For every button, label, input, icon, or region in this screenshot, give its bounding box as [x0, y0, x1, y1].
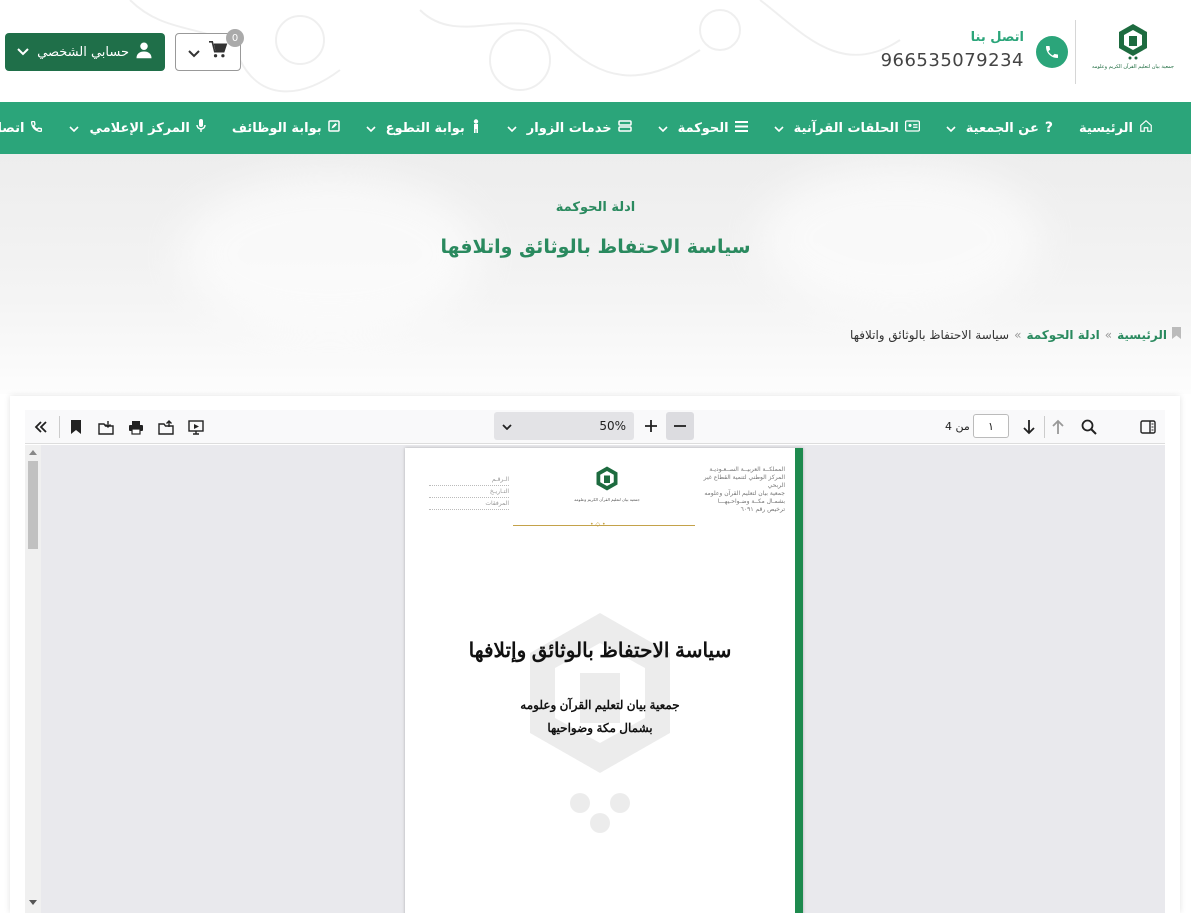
list-icon	[734, 120, 748, 136]
breadcrumb-home[interactable]: الرئيسية	[1117, 328, 1167, 342]
server-icon	[617, 120, 632, 136]
print-icon[interactable]	[126, 417, 146, 437]
document-subtitle: جمعية بيان لتعليم القرآن وعلومه	[520, 698, 680, 712]
chevron-down-icon	[502, 419, 512, 433]
letterhead-ornament: • ◇ •	[590, 521, 606, 528]
scrollbar-thumb[interactable]	[28, 461, 38, 549]
page-count-label: من 4	[945, 420, 970, 433]
id-card-icon	[904, 120, 920, 136]
nav-item-visitor-services[interactable]: خدمات الزوار	[507, 120, 632, 136]
main-nav: الرئيسية ? عن الجمعية الحلقات القرآنية ا…	[0, 102, 1191, 154]
site-header: جمعية بيان لتعليم القرآن الكريم وعلومه ا…	[0, 0, 1191, 102]
microphone-icon	[196, 119, 206, 137]
breadcrumb-separator: »	[1014, 327, 1022, 342]
sidebar-toggle-icon[interactable]	[1138, 417, 1158, 437]
zoom-select[interactable]: 50%	[494, 412, 634, 440]
zoom-out-button[interactable]	[666, 412, 694, 440]
download-icon[interactable]	[96, 417, 116, 437]
logo-emblem-icon	[1119, 24, 1147, 60]
toolbar-separator	[59, 416, 60, 438]
nav-item-jobs[interactable]: بوابة الوظائف	[232, 120, 340, 136]
contact-block[interactable]: اتصل بنا 966535079234	[881, 30, 1068, 74]
phone-icon	[30, 120, 43, 137]
page-category: ادلة الحوكمة	[555, 200, 636, 215]
presentation-mode-icon[interactable]	[186, 417, 206, 437]
contact-number[interactable]: 966535079234	[881, 50, 1024, 71]
chevron-down-icon	[658, 121, 668, 136]
breadcrumb: الرئيسية » ادلة الحوكمة » سياسة الاحتفاظ…	[850, 327, 1181, 342]
pdf-page: المملكــة العربيــة الســعـوديـة المركز …	[405, 448, 803, 913]
nav-item-volunteer[interactable]: بوابة التطوع	[366, 119, 481, 137]
page-hero: ادلة الحوكمة سياسة الاحتفاظ بالوثائق وات…	[0, 154, 1191, 394]
bookmark-icon	[1172, 327, 1181, 342]
letterhead-right: المملكــة العربيــة الســعـوديـة المركز …	[703, 466, 785, 513]
chevron-down-icon	[774, 121, 784, 136]
chevron-down-icon	[17, 45, 29, 60]
nav-item-about[interactable]: ? عن الجمعية	[946, 120, 1053, 136]
letterhead-logo: جمعية بيان لتعليم القرآن الكريم وعلومه	[574, 464, 640, 512]
cart-count-badge: 0	[226, 29, 244, 47]
open-file-icon[interactable]	[156, 417, 176, 437]
logo-text: جمعية بيان لتعليم القرآن الكريم وعلومه	[1092, 64, 1174, 70]
page-number-input[interactable]: ١	[973, 414, 1009, 438]
person-icon	[471, 119, 481, 137]
bookmark-icon[interactable]	[66, 417, 86, 437]
nav-item-halaqat[interactable]: الحلقات القرآنية	[774, 120, 920, 136]
contact-title: اتصل بنا	[970, 30, 1024, 45]
nav-item-home[interactable]: الرئيسية	[1079, 119, 1153, 137]
zoom-in-button[interactable]	[637, 412, 665, 440]
chevron-down-icon	[69, 121, 80, 136]
toolbar-separator	[1044, 416, 1045, 438]
chevron-down-icon	[507, 121, 517, 136]
letterhead-logo-text: جمعية بيان لتعليم القرآن الكريم وعلومه	[574, 497, 640, 502]
breadcrumb-parent[interactable]: ادلة الحوكمة	[1026, 328, 1099, 342]
header-divider	[1075, 20, 1076, 84]
home-icon	[1139, 119, 1153, 137]
next-page-icon[interactable]	[1019, 417, 1039, 437]
pdf-toolbar: 50% من 4 ١	[25, 410, 1165, 444]
breadcrumb-separator: »	[1104, 327, 1113, 342]
page-title: سياسة الاحتفاظ بالوثائق واتلافها	[440, 236, 751, 258]
zoom-value: 50%	[599, 419, 626, 433]
nav-item-media-center[interactable]: المركز الإعلامي	[69, 119, 206, 137]
cart-icon	[208, 41, 228, 63]
tools-menu-icon[interactable]	[31, 417, 51, 437]
scrollbar[interactable]	[25, 445, 41, 913]
page-decoration-stripe	[795, 448, 803, 913]
chevron-down-icon	[946, 121, 956, 136]
question-icon: ?	[1044, 120, 1053, 136]
search-icon[interactable]	[1079, 417, 1099, 437]
site-logo[interactable]: جمعية بيان لتعليم القرآن الكريم وعلومه	[1092, 22, 1174, 78]
letterhead-left: الـرقـم التـاريـخ المرفقات	[429, 474, 509, 510]
pdf-document-area[interactable]: المملكــة العربيــة الســعـوديـة المركز …	[25, 445, 1165, 913]
user-icon	[135, 41, 153, 63]
breadcrumb-current: سياسة الاحتفاظ بالوثائق واتلافها	[850, 327, 1010, 342]
scroll-up-icon[interactable]	[29, 449, 37, 455]
account-button[interactable]: حسابي الشخصي	[5, 33, 165, 71]
phone-icon	[1036, 36, 1068, 68]
nav-item-contact[interactable]: اتصل بنا	[0, 120, 43, 137]
document-subtitle-location: بشمال مكة وضواحيها	[547, 721, 653, 735]
previous-page-icon[interactable]	[1048, 417, 1068, 437]
scroll-down-icon[interactable]	[29, 900, 37, 906]
chevron-down-icon	[366, 121, 376, 136]
chevron-down-icon	[188, 43, 200, 62]
document-title: سياسة الاحتفاظ بالوثائق وإتلافها	[468, 640, 732, 662]
logo-emblem-icon	[596, 466, 618, 491]
edit-icon	[327, 120, 340, 136]
nav-item-governance[interactable]: الحوكمة	[658, 120, 748, 136]
account-label: حسابي الشخصي	[37, 44, 129, 60]
